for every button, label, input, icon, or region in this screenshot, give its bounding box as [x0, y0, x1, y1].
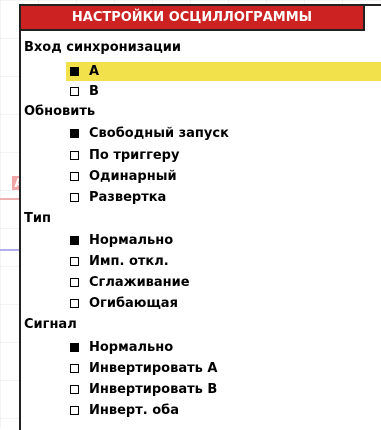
- option-label: Свободный запуск: [89, 126, 229, 141]
- checkbox-icon: [70, 193, 79, 202]
- option-signal-invert-a[interactable]: Инвертировать A: [66, 359, 381, 378]
- checkbox-icon: [70, 236, 79, 245]
- checkbox-icon: [70, 257, 79, 266]
- checkbox-icon: [70, 129, 79, 138]
- checkbox-icon: [70, 151, 79, 160]
- option-update-single[interactable]: Одинарный: [66, 167, 381, 186]
- option-type-glitch[interactable]: Имп. откл.: [66, 252, 381, 271]
- option-sync-a[interactable]: A: [66, 62, 381, 81]
- option-label: Развертка: [89, 190, 167, 205]
- checkbox-icon: [70, 67, 79, 76]
- checkbox-icon: [70, 172, 79, 181]
- option-sync-b[interactable]: B: [66, 82, 381, 101]
- section-sync-input-heading: Вход синхронизации: [24, 40, 181, 55]
- option-signal-normal[interactable]: Нормально: [66, 338, 381, 357]
- option-type-normal[interactable]: Нормально: [66, 231, 381, 250]
- checkbox-icon: [70, 87, 79, 96]
- option-update-trigger[interactable]: По триггеру: [66, 146, 381, 165]
- option-label: Инвертировать B: [89, 382, 218, 397]
- section-signal-heading: Сигнал: [24, 317, 77, 332]
- option-label: По триггеру: [89, 148, 180, 163]
- checkbox-icon: [70, 406, 79, 415]
- option-label: Нормально: [89, 340, 174, 355]
- checkbox-icon: [70, 343, 79, 352]
- option-update-free-run[interactable]: Свободный запуск: [66, 124, 381, 143]
- option-label: Инверт. оба: [89, 403, 179, 418]
- checkbox-icon: [70, 364, 79, 373]
- checkbox-icon: [70, 299, 79, 308]
- option-label: Нормально: [89, 233, 174, 248]
- panel-title: НАСТРОЙКИ ОСЦИЛЛОГРАММЫ: [19, 4, 365, 31]
- option-label: B: [89, 84, 99, 99]
- option-type-envelope[interactable]: Огибающая: [66, 294, 381, 313]
- option-label: Имп. откл.: [89, 254, 169, 269]
- section-type-heading: Тип: [24, 211, 51, 226]
- option-label: Сглаживание: [89, 275, 190, 290]
- option-label: A: [89, 64, 100, 79]
- option-type-smooth[interactable]: Сглаживание: [66, 273, 381, 292]
- checkbox-icon: [70, 278, 79, 287]
- option-label: Огибающая: [89, 296, 178, 311]
- option-label: Инвертировать A: [89, 361, 218, 376]
- section-update-heading: Обновить: [24, 104, 96, 119]
- option-signal-invert-both[interactable]: Инверт. оба: [66, 401, 381, 420]
- option-label: Одинарный: [89, 169, 177, 184]
- checkbox-icon: [70, 385, 79, 394]
- option-update-sweep[interactable]: Развертка: [66, 188, 381, 207]
- option-signal-invert-b[interactable]: Инвертировать B: [66, 380, 381, 399]
